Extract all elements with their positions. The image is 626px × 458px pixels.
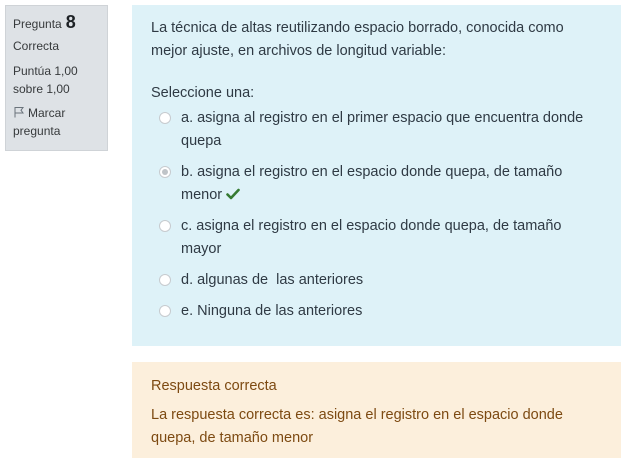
answer-label-c: c. asigna el registro en el espacio dond… <box>181 218 562 257</box>
radio-b[interactable] <box>159 166 171 178</box>
flag-icon <box>14 107 24 118</box>
question-state: Correcta <box>13 39 60 53</box>
answer-label-e: e. Ninguna de las anteriores <box>181 303 363 319</box>
radio-a[interactable] <box>159 112 171 124</box>
answer-option-e[interactable]: e. Ninguna de las anteriores <box>151 300 602 323</box>
answer-option-d[interactable]: d. algunas de las anteriores <box>151 269 602 292</box>
answer-option-a[interactable]: a. asigna al registro en el primer espac… <box>151 107 602 153</box>
question-text: La técnica de altas reutilizando espacio… <box>151 20 564 59</box>
flag-question-link[interactable]: Marcar pregunta <box>13 104 100 140</box>
answer-label-d: d. algunas de las anteriores <box>181 272 364 288</box>
feedback-correct-answer: La respuesta correcta es: asigna el regi… <box>151 407 563 446</box>
radio-e[interactable] <box>159 305 171 317</box>
answer-prompt: Seleccione una: <box>151 85 255 101</box>
radio-d[interactable] <box>159 274 171 286</box>
question-formulation: La técnica de altas reutilizando espacio… <box>132 5 621 346</box>
question-number-value: 8 <box>65 12 76 32</box>
feedback-title: Respuesta correcta <box>151 378 277 394</box>
answer-option-b[interactable]: b. asigna el registro en el espacio dond… <box>151 161 602 207</box>
answer-label-b: b. asigna el registro en el espacio dond… <box>181 161 601 207</box>
answer-options: a. asigna al registro en el primer espac… <box>151 107 602 323</box>
feedback-panel: Respuesta correcta La respuesta correcta… <box>132 362 621 458</box>
question-number: Pregunta 8 <box>13 12 100 34</box>
question-info-panel: Pregunta 8 Correcta Puntúa 1,00 sobre 1,… <box>5 5 108 151</box>
radio-c[interactable] <box>159 220 171 232</box>
answer-option-c[interactable]: c. asigna el registro en el espacio dond… <box>151 215 602 261</box>
quiz-page: Pregunta 8 Correcta Puntúa 1,00 sobre 1,… <box>0 0 626 458</box>
answer-label-a: a. asigna al registro en el primer espac… <box>181 110 584 149</box>
check-icon <box>226 188 240 200</box>
question-label: Pregunta <box>13 17 62 31</box>
question-grade: Puntúa 1,00 sobre 1,00 <box>13 64 78 96</box>
